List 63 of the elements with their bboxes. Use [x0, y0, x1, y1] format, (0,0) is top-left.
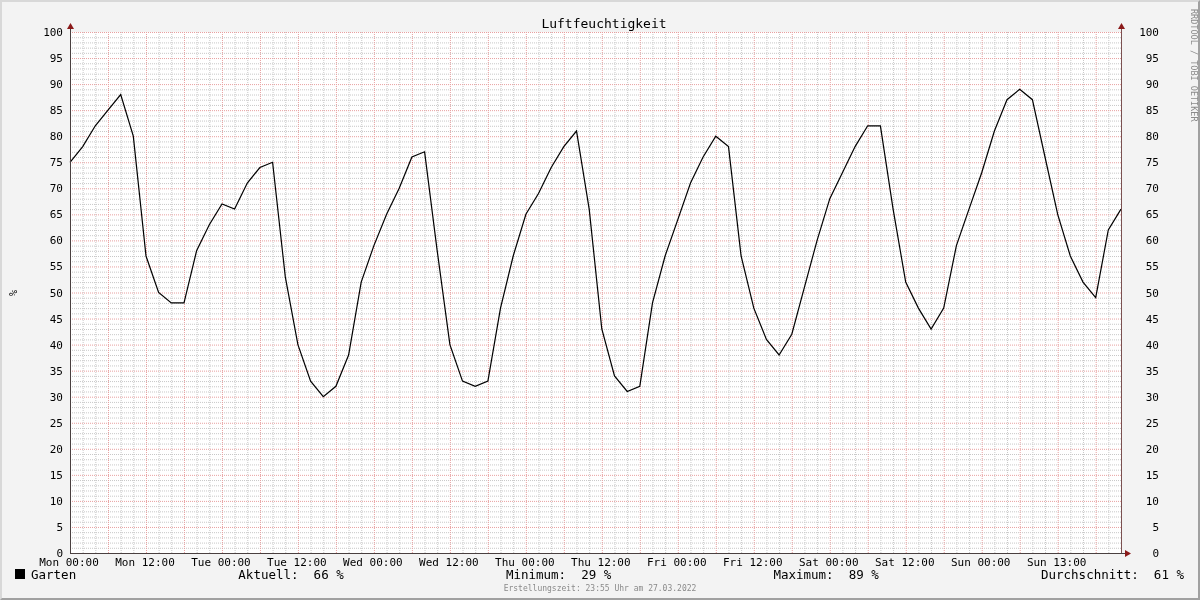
footer-text: Erstellungszeit: 23:55 Uhr am 27.03.2022	[502, 584, 698, 593]
x-tick-label: Tue 00:00	[191, 556, 251, 566]
y-tick-label: 85	[49, 104, 63, 118]
y-tick-label: 35	[49, 364, 63, 378]
y-tick-label: 75	[1145, 156, 1159, 170]
x-tick-label: Wed 12:00	[419, 556, 479, 566]
watermark-text: RRDTOOL / TOBI OETIKER	[1189, 9, 1198, 122]
y-tick-label: 45	[1145, 312, 1159, 326]
y-tick-label: 15	[49, 468, 63, 482]
y-tick-label: 10	[49, 494, 63, 508]
y-tick-label: 65	[49, 208, 63, 222]
y-tick-label: 30	[49, 390, 63, 404]
y-tick-label: 70	[1145, 182, 1159, 196]
y-tick-label: 30	[1145, 390, 1159, 404]
y-tick-label: 85	[1145, 104, 1159, 118]
y-tick-label: 60	[1145, 234, 1159, 248]
legend-label: Garten	[31, 566, 77, 582]
y-tick-label: 40	[49, 338, 63, 352]
y-tick-label: 70	[49, 182, 63, 196]
y-tick-label: 0	[1152, 547, 1159, 560]
y-tick-label: 40	[1145, 338, 1159, 352]
legend-stat: Minimum: 29 %	[505, 566, 612, 582]
y-tick-label: 45	[49, 312, 63, 326]
y-axis-label: %	[8, 290, 19, 296]
y-tick-label: 55	[1145, 260, 1159, 274]
x-tick-label: Sun 13:00	[1026, 556, 1087, 566]
y-tick-label: 35	[1145, 364, 1159, 378]
x-tick-label: Tue 12:00	[267, 556, 327, 566]
y-tick-label: 20	[1145, 442, 1159, 456]
legend-stat: Maximum: 89 %	[773, 566, 879, 582]
y-tick-label: 65	[1145, 208, 1159, 222]
y-tick-label: 5	[56, 520, 63, 534]
y-tick-label: 60	[49, 234, 63, 248]
y-tick-label: 90	[1145, 78, 1159, 92]
y-tick-label: 50	[1145, 286, 1159, 300]
y-tick-label: 90	[49, 78, 63, 92]
x-tick-label: Sat 12:00	[874, 556, 935, 566]
x-tick-label: Thu 00:00	[495, 556, 555, 566]
y-tick-label: 80	[49, 130, 63, 144]
x-tick-label: Fri 00:00	[647, 556, 707, 566]
y-tick-label: 95	[49, 52, 63, 66]
y-tick-label: 100	[1139, 26, 1159, 39]
y-tick-label: 5	[1152, 520, 1159, 534]
x-tick-label: Fri 12:00	[723, 556, 783, 566]
y-tick-label: 25	[1145, 416, 1159, 430]
legend-stat: Durchschnitt: 61 %	[1041, 566, 1184, 582]
y-tick-label: 80	[1145, 130, 1159, 144]
y-tick-label: 75	[49, 156, 63, 170]
legend-stat: Aktuell: 66 %	[238, 566, 344, 582]
x-tick-label: Mon 12:00	[115, 556, 175, 566]
y-tick-label: 95	[1145, 52, 1159, 66]
y-tick-label: 10	[1145, 494, 1159, 508]
y-tick-label: 15	[1145, 468, 1159, 482]
x-tick-label: Wed 00:00	[343, 556, 403, 566]
y-tick-label: 20	[49, 442, 63, 456]
y-tick-label: 25	[49, 416, 63, 430]
x-tick-label: Sat 00:00	[798, 556, 859, 566]
x-tick-label: Thu 12:00	[571, 556, 631, 566]
y-tick-label: 55	[49, 260, 63, 274]
x-tick-label: Sun 00:00	[950, 556, 1011, 566]
chart-title: Luftfeuchtigkeit	[541, 16, 667, 31]
y-tick-label: 100	[43, 26, 63, 39]
y-tick-label: 50	[49, 286, 63, 300]
